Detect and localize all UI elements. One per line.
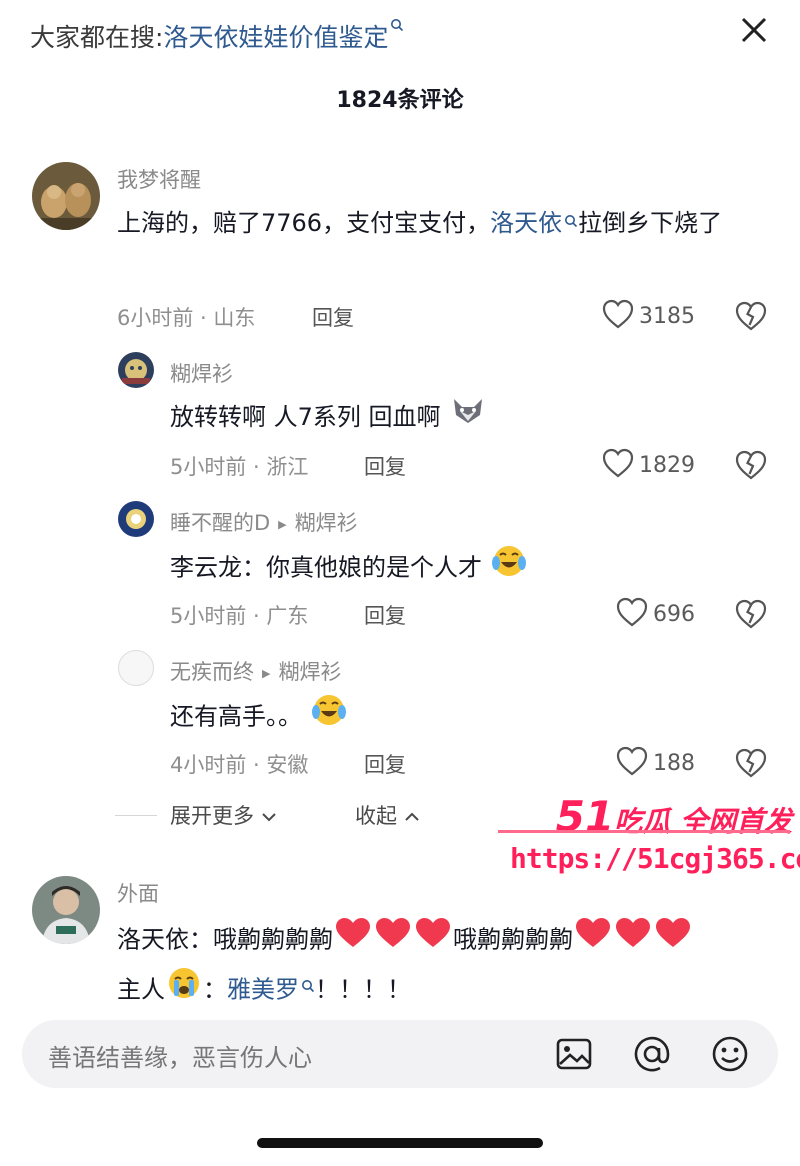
chevron-down-icon bbox=[261, 804, 277, 828]
like-count: 3185 bbox=[639, 303, 695, 329]
comment-input-bar[interactable]: 善语结善缘，恶言伤人心 bbox=[22, 1020, 778, 1088]
close-icon[interactable] bbox=[732, 8, 776, 52]
comment-search-link[interactable]: 雅美罗 bbox=[227, 976, 299, 1004]
reply-text-part: 李云龙：你真他娘的是个人才 bbox=[170, 553, 482, 582]
reply-text: 李云龙：你真他娘的是个人才 bbox=[170, 543, 730, 594]
avatar[interactable] bbox=[118, 352, 154, 388]
reply-arrow-icon: ▶ bbox=[262, 666, 271, 680]
trending-search-term[interactable]: 洛天依娃娃价值鉴定 bbox=[163, 23, 388, 52]
comment-search-link[interactable]: 洛天依 bbox=[490, 209, 562, 237]
like-button[interactable]: 696 bbox=[580, 596, 695, 632]
broken-heart-icon[interactable] bbox=[734, 299, 768, 333]
expand-more-label: 展开更多 bbox=[170, 804, 254, 828]
comment-text: 洛天依：哦齁齁齁齁 哦齁齁齁齁 主人 ：雅美罗 ！！！！ bbox=[117, 916, 777, 1016]
comment-username[interactable]: 外面 bbox=[117, 878, 159, 908]
expand-more-button[interactable]: 展开更多 bbox=[170, 800, 277, 830]
comment-text-part: ： bbox=[203, 975, 227, 1004]
broken-heart-icon[interactable] bbox=[734, 448, 768, 482]
reply-target[interactable]: 糊焊衫 bbox=[278, 660, 341, 684]
laugh-cry-emoji-icon bbox=[310, 692, 348, 743]
collapse-button[interactable]: 收起 bbox=[355, 800, 420, 830]
search-icon bbox=[301, 965, 315, 1011]
heart-icon bbox=[615, 745, 649, 781]
like-button[interactable]: 188 bbox=[580, 745, 695, 781]
wolf-emoji-icon bbox=[448, 395, 488, 442]
trending-search[interactable]: 大家都在搜:洛天依娃娃价值鉴定 bbox=[30, 18, 404, 54]
comment-meta: 6小时前 · 山东 bbox=[117, 306, 256, 330]
like-count: 188 bbox=[653, 750, 695, 776]
divider bbox=[115, 815, 157, 816]
reply-button[interactable]: 回复 bbox=[364, 749, 406, 779]
reply-username: 无疾而终 ▶ 糊焊衫 bbox=[170, 656, 341, 686]
reply-text-part: 还有高手。。 bbox=[170, 702, 302, 731]
crying-emoji-icon bbox=[165, 965, 203, 1016]
watermark: 51吃瓜 全网首发 https://51cgj365.com bbox=[498, 790, 800, 890]
reply-button[interactable]: 回复 bbox=[364, 600, 406, 630]
reply-text-part: 放转转啊 人7系列 回血啊 bbox=[170, 403, 441, 431]
broken-heart-icon[interactable] bbox=[734, 597, 768, 631]
comment-text-part: 洛天依：哦齁齁齁齁 bbox=[117, 925, 333, 954]
like-count: 1829 bbox=[639, 452, 695, 478]
heart-icon bbox=[601, 298, 635, 334]
like-button[interactable]: 3185 bbox=[580, 298, 695, 334]
red-heart-icon bbox=[573, 916, 613, 965]
emoji-icon[interactable] bbox=[710, 1034, 750, 1074]
reply-author[interactable]: 睡不醒的D bbox=[170, 511, 270, 535]
comment-text-part: 主人 bbox=[117, 975, 165, 1004]
search-icon bbox=[390, 18, 404, 36]
reply-username: 睡不醒的D ▶ 糊焊衫 bbox=[170, 507, 358, 537]
watermark-line bbox=[498, 830, 790, 833]
red-heart-icon bbox=[373, 916, 413, 965]
comment-text-line: 洛天依：哦齁齁齁齁 哦齁齁齁齁 bbox=[117, 916, 777, 965]
comment-count-title: 1824条评论 bbox=[336, 88, 464, 113]
comment-text-line: 主人 ：雅美罗 ！！！！ bbox=[117, 965, 777, 1016]
reply-button[interactable]: 回复 bbox=[312, 302, 354, 332]
comment-text-part: 拉倒乡下烧了 bbox=[578, 209, 723, 237]
collapse-label: 收起 bbox=[355, 804, 397, 828]
comment-input-placeholder[interactable]: 善语结善缘，恶言伤人心 bbox=[48, 1038, 312, 1073]
like-button[interactable]: 1829 bbox=[580, 447, 695, 483]
broken-heart-icon[interactable] bbox=[734, 746, 768, 780]
watermark-brand: 51吃瓜 全网首发 bbox=[556, 792, 792, 841]
image-icon[interactable] bbox=[554, 1034, 594, 1074]
avatar[interactable] bbox=[118, 650, 154, 686]
reply-button[interactable]: 回复 bbox=[364, 451, 406, 481]
reply-meta: 5小时前 · 广东 bbox=[170, 604, 309, 628]
chevron-up-icon bbox=[404, 804, 420, 828]
heart-icon bbox=[615, 596, 649, 632]
watermark-url: https://51cgj365.com bbox=[510, 842, 800, 875]
heart-icon bbox=[601, 447, 635, 483]
reply-arrow-icon: ▶ bbox=[278, 517, 287, 531]
red-heart-icon bbox=[613, 916, 653, 965]
reply-meta: 5小时前 · 浙江 bbox=[170, 455, 309, 479]
comment-text-part: ！！！！ bbox=[315, 975, 411, 1004]
reply-text: 放转转啊 人7系列 回血啊 bbox=[170, 394, 730, 442]
thread-controls: 展开更多 收起 bbox=[115, 795, 475, 835]
comment-text-part: 上海的，赔了7766，支付宝支付， bbox=[117, 209, 491, 237]
avatar[interactable] bbox=[32, 162, 100, 230]
avatar[interactable] bbox=[32, 876, 100, 944]
comment-username[interactable]: 我梦将醒 bbox=[117, 164, 201, 194]
red-heart-icon bbox=[653, 916, 693, 965]
reply-meta: 4小时前 · 安徽 bbox=[170, 753, 309, 777]
like-count: 696 bbox=[653, 601, 695, 627]
comment-text-part: 哦齁齁齁齁 bbox=[453, 925, 573, 954]
at-icon[interactable] bbox=[632, 1034, 672, 1074]
reply-username[interactable]: 糊焊衫 bbox=[170, 358, 233, 388]
top-bar: 大家都在搜:洛天依娃娃价值鉴定 bbox=[0, 0, 800, 72]
watermark-brand-text: 吃瓜 全网首发 bbox=[614, 805, 792, 838]
search-icon bbox=[564, 200, 578, 246]
trending-search-prefix: 大家都在搜: bbox=[30, 23, 164, 52]
comment-text: 上海的，赔了7766，支付宝支付，洛天依 拉倒乡下烧了 bbox=[117, 200, 757, 246]
reply-target[interactable]: 糊焊衫 bbox=[295, 511, 358, 535]
laugh-cry-emoji-icon bbox=[490, 543, 528, 594]
watermark-brand-number: 51 bbox=[555, 792, 615, 841]
avatar[interactable] bbox=[118, 501, 154, 537]
reply-author[interactable]: 无疾而终 bbox=[170, 660, 254, 684]
reply-text: 还有高手。。 bbox=[170, 692, 730, 743]
red-heart-icon bbox=[333, 916, 373, 965]
home-indicator[interactable] bbox=[257, 1138, 543, 1148]
red-heart-icon bbox=[413, 916, 453, 965]
